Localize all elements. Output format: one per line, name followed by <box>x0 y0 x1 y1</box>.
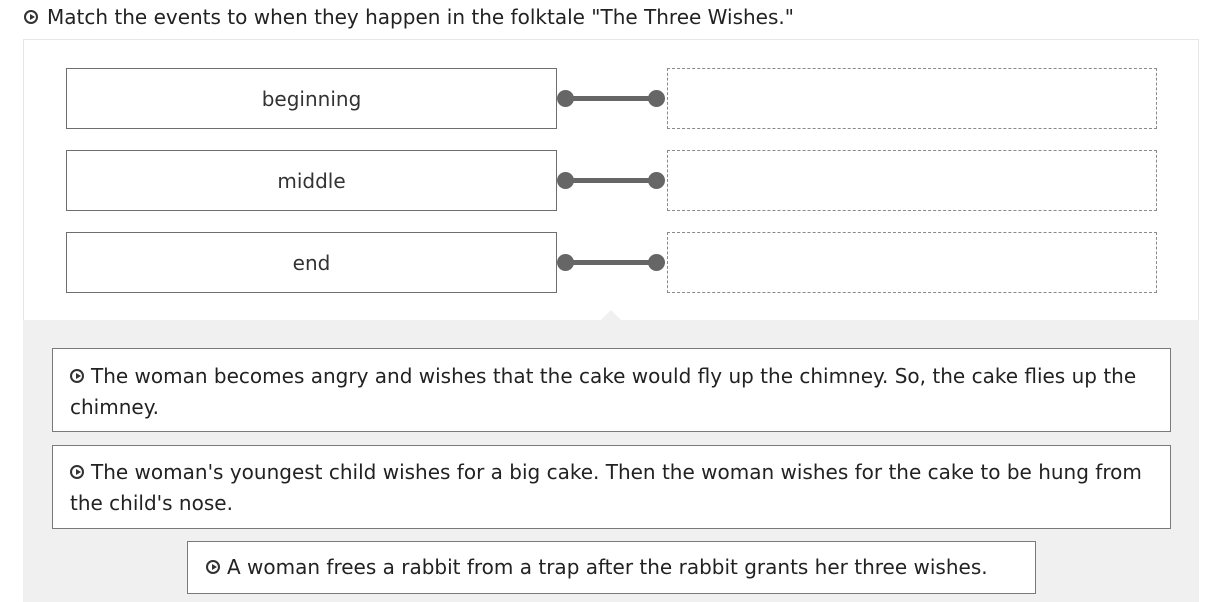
connector-line <box>557 68 667 129</box>
event-text: A woman frees a rabbit from a trap after… <box>227 555 988 579</box>
draggable-event-tile[interactable]: The woman's youngest child wishes for a … <box>52 445 1171 529</box>
connector-dot-right <box>648 90 665 107</box>
play-audio-icon[interactable] <box>24 9 38 24</box>
tray-pointer <box>600 310 622 321</box>
term-middle: middle <box>66 150 557 211</box>
connector-dot-left <box>557 172 574 189</box>
play-audio-icon[interactable] <box>70 464 84 479</box>
connector-dot-left <box>557 90 574 107</box>
connector-line <box>557 150 667 211</box>
question-prompt: Match the events to when they happen in … <box>24 4 794 30</box>
connector-line <box>557 232 667 293</box>
event-text: The woman's youngest child wishes for a … <box>70 460 1142 515</box>
connector-dot-left <box>557 254 574 271</box>
draggable-event-tile[interactable]: The woman becomes angry and wishes that … <box>52 348 1171 432</box>
connector-bar <box>565 96 657 101</box>
play-audio-icon[interactable] <box>206 559 220 574</box>
event-text: The woman becomes angry and wishes that … <box>70 364 1137 419</box>
match-row-middle: middle <box>66 150 1157 211</box>
connector-bar <box>565 260 657 265</box>
match-row-beginning: beginning <box>66 68 1157 129</box>
term-end: end <box>66 232 557 293</box>
connector-dot-right <box>648 172 665 189</box>
match-row-end: end <box>66 232 1157 293</box>
play-audio-icon[interactable] <box>70 368 84 383</box>
draggable-event-tile[interactable]: A woman frees a rabbit from a trap after… <box>187 541 1036 594</box>
term-beginning: beginning <box>66 68 557 129</box>
connector-dot-right <box>648 254 665 271</box>
drop-target-beginning[interactable] <box>667 68 1157 129</box>
drop-target-end[interactable] <box>667 232 1157 293</box>
drop-target-middle[interactable] <box>667 150 1157 211</box>
question-text: Match the events to when they happen in … <box>47 5 794 29</box>
connector-bar <box>565 178 657 183</box>
